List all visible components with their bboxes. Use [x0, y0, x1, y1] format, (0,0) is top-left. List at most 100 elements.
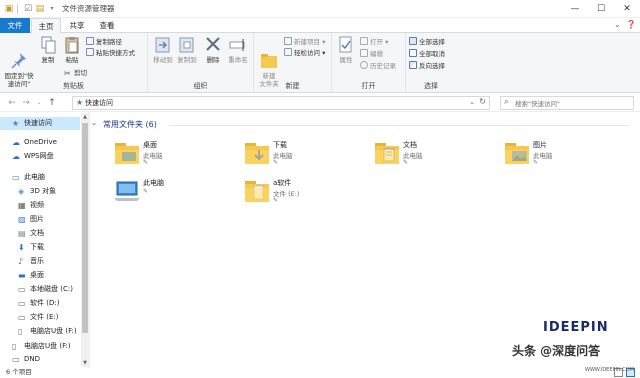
sidebar-item[interactable]: ☁ WPS网盘 [0, 150, 80, 163]
folder-tile[interactable]: a软件 文件 (E:) ✎ [243, 176, 368, 212]
open-button[interactable]: 打开 ▾ [360, 37, 388, 48]
scrollbar-thumb[interactable] [82, 123, 88, 333]
new-item-button[interactable]: 新建项目 ▾ [284, 37, 325, 48]
search-icon: ⌕ [504, 97, 509, 106]
tab-home[interactable]: 主页 [31, 18, 61, 34]
clipboard-group: 固定到"快 速访问" 复制 粘贴 复制路径 粘贴快捷方式 ✂ 剪切 剪贴板 [0, 33, 148, 93]
delete-button[interactable]: 删除 [203, 36, 223, 64]
sidebar-item-label: 桌面 [30, 271, 44, 279]
sidebar-item[interactable]: ▭ 本地磁盘 (C:) [0, 283, 80, 296]
cut-button[interactable]: ✂ 剪切 [64, 68, 87, 79]
select-all-button[interactable]: 全部选择 [409, 37, 445, 48]
tab-share[interactable]: 共享 [63, 18, 91, 33]
sidebar-item-label: 软件 (D:) [30, 299, 60, 307]
pin-icon [9, 44, 29, 69]
section-title[interactable]: 常用文件夹 (6) [103, 119, 157, 130]
folder-tile[interactable]: 图片 此电脑 ✎ [503, 138, 628, 174]
chevron-down-icon[interactable]: ⌄ [469, 98, 475, 106]
select-group: 全部选择 全部取消 反向选择 选择 [406, 33, 456, 93]
sidebar-item[interactable]: ♪ 音乐 [0, 255, 80, 268]
scroll-up-icon[interactable]: ▲ [81, 113, 89, 121]
refresh-icon[interactable]: ↻ [479, 97, 486, 106]
folder-tile[interactable]: 桌面 此电脑 ✎ [113, 138, 238, 174]
chevron-down-icon: ▾ [320, 38, 326, 46]
sidebar-item[interactable]: ▭ 软件 (D:) [0, 297, 80, 310]
history-button[interactable]: 历史记录 [360, 61, 396, 72]
sidebar-item-label: 音乐 [30, 257, 44, 265]
invert-selection-button[interactable]: 反向选择 [409, 61, 445, 72]
sidebar-item[interactable]: ▨ 图片 [0, 213, 80, 226]
recent-locations-icon[interactable]: ⌄ [33, 97, 45, 109]
cube-icon: ◈ [18, 187, 25, 196]
nav-scrollbar[interactable]: ▲ ▼ [81, 113, 89, 367]
status-bar: 6 个项目 [0, 367, 640, 378]
tile-name: 下载 [273, 141, 287, 149]
copy-label: 复制 [41, 56, 55, 64]
open-group-label: 打开 [361, 82, 376, 90]
move-to-label: 移动到 [153, 56, 173, 64]
paste-button[interactable]: 粘贴 [60, 36, 84, 64]
copy-button[interactable]: 复制 [36, 36, 60, 64]
watermark-url: WWW.IDEEPIN.COM [585, 367, 635, 373]
move-to-button[interactable]: 移动到 [151, 36, 175, 64]
sidebar-item-label: 文档 [30, 229, 44, 237]
collapse-chevron-icon[interactable]: ⌄ [91, 119, 97, 127]
select-none-button[interactable]: 全部取消 [409, 49, 445, 60]
copy-path-label: 复制路径 [96, 38, 122, 46]
delete-icon [203, 36, 223, 54]
paste-shortcut-button[interactable]: 粘贴快捷方式 [86, 48, 135, 59]
new-folder-icon[interactable]: ▤ [34, 3, 46, 15]
sidebar-item[interactable]: ☁ OneDrive [0, 136, 80, 149]
tab-view[interactable]: 查看 [93, 18, 121, 33]
sidebar-item-label: OneDrive [24, 138, 57, 146]
minimize-button[interactable]: — [562, 0, 588, 18]
select-all-icon [409, 37, 417, 45]
folder-tile[interactable]: 文档 此电脑 ✎ [373, 138, 498, 174]
search-box[interactable]: ⌕ [500, 96, 634, 110]
customize-toolbar-icon[interactable]: ▾ [46, 3, 58, 15]
forward-arrow-icon[interactable]: → [20, 97, 32, 109]
tab-file[interactable]: 文件 [0, 18, 30, 33]
paste-label: 粘贴 [65, 56, 79, 64]
sidebar-item[interactable]: ▦ 视频 [0, 199, 80, 212]
edit-button[interactable]: 编辑 [360, 49, 383, 60]
close-button[interactable]: ✕ [614, 0, 640, 18]
sidebar-item[interactable]: ▭ 此电脑 [0, 171, 80, 184]
invert-selection-icon [409, 61, 417, 69]
sidebar-item-label: DND [24, 355, 41, 363]
rename-icon [228, 36, 248, 54]
clipboard-group-label: 剪贴板 [63, 82, 84, 90]
scroll-down-icon[interactable]: ▼ [81, 359, 89, 367]
easy-access-button[interactable]: 轻松访问 ▾ [284, 48, 325, 59]
sidebar-item[interactable]: ▭ DND [0, 353, 80, 366]
sidebar-item[interactable]: ▬ 桌面 [0, 269, 80, 282]
picture-folder-icon [503, 138, 531, 168]
folder-tile[interactable]: 此电脑 ✎ [113, 176, 238, 212]
sidebar-item[interactable]: ▯ 电脑店U盘 (F:) [0, 325, 80, 338]
chevron-down-icon[interactable]: ⌄ [614, 20, 621, 29]
properties-icon[interactable]: ☑ [22, 3, 34, 15]
copy-path-button[interactable]: 复制路径 [86, 37, 122, 48]
sidebar-item[interactable]: ▭ 文件 (E:) [0, 311, 80, 324]
sidebar-item[interactable]: ◈ 3D 对象 [0, 185, 80, 198]
help-icon[interactable]: ❓ [626, 20, 636, 29]
cut-label: 剪切 [74, 69, 87, 77]
rename-label: 重命名 [228, 56, 248, 64]
properties-button[interactable]: 属性 [336, 36, 356, 64]
back-arrow-icon[interactable]: ← [6, 97, 18, 109]
sidebar-item[interactable]: ▤ 文档 [0, 227, 80, 240]
rename-button[interactable]: 重命名 [226, 36, 250, 64]
select-all-label: 全部选择 [419, 38, 445, 46]
sidebar-item[interactable]: ★ 快速访问 [0, 117, 80, 130]
up-arrow-icon[interactable]: ↑ [46, 97, 58, 109]
address-input[interactable]: ★ 快速访问 ⌄ ↻ [72, 96, 490, 110]
video-icon: ▦ [18, 201, 26, 210]
copy-to-button[interactable]: 复制到 [175, 36, 199, 64]
section-divider [169, 125, 629, 126]
sidebar-item[interactable]: ⬇ 下载 [0, 241, 80, 254]
folder-tile[interactable]: 下载 此电脑 ✎ [243, 138, 368, 174]
sidebar-item[interactable]: ▯ 电脑店U盘 (F:) [0, 340, 80, 353]
sidebar-item-label: 此电脑 [24, 173, 45, 181]
maximize-button[interactable]: ☐ [588, 0, 614, 18]
search-input[interactable] [515, 98, 631, 109]
